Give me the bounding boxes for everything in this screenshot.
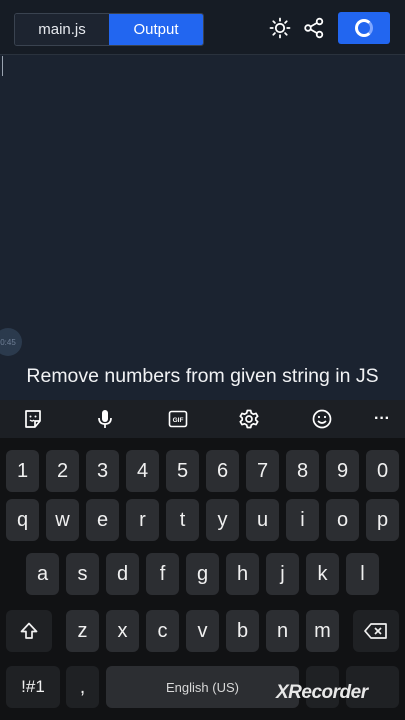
key-4[interactable]: 4 <box>126 450 159 492</box>
output-panel[interactable] <box>0 55 405 400</box>
emoji-icon <box>312 409 332 429</box>
key-2[interactable]: 2 <box>46 450 79 492</box>
tab-group: main.js Output <box>14 13 204 46</box>
key-z[interactable]: z <box>66 610 99 652</box>
share-button[interactable] <box>301 15 327 41</box>
key-l[interactable]: l <box>346 553 379 595</box>
comma-key[interactable]: , <box>66 666 99 708</box>
voice-input-button[interactable] <box>93 408 117 430</box>
key-r[interactable]: r <box>126 499 159 541</box>
key-d[interactable]: d <box>106 553 139 595</box>
keyboard-toolbar: GIF ··· <box>0 400 405 438</box>
video-caption: Remove numbers from given string in JS <box>26 365 379 387</box>
theme-toggle-button[interactable] <box>267 15 293 41</box>
key-3[interactable]: 3 <box>86 450 119 492</box>
key-q[interactable]: q <box>6 499 39 541</box>
key-u[interactable]: u <box>246 499 279 541</box>
key-p[interactable]: p <box>366 499 399 541</box>
keyboard-settings-button[interactable] <box>237 408 261 430</box>
key-y[interactable]: y <box>206 499 239 541</box>
key-i[interactable]: i <box>286 499 319 541</box>
key-b[interactable]: b <box>226 610 259 652</box>
more-options-button[interactable]: ··· <box>370 408 394 430</box>
key-x[interactable]: x <box>106 610 139 652</box>
backspace-key[interactable] <box>353 610 399 652</box>
key-e[interactable]: e <box>86 499 119 541</box>
key-m[interactable]: m <box>306 610 339 652</box>
text-cursor <box>2 56 3 76</box>
key-5[interactable]: 5 <box>166 450 199 492</box>
run-button[interactable] <box>338 12 390 44</box>
tab-output[interactable]: Output <box>109 14 203 45</box>
key-h[interactable]: h <box>226 553 259 595</box>
key-9[interactable]: 9 <box>326 450 359 492</box>
key-1[interactable]: 1 <box>6 450 39 492</box>
key-7[interactable]: 7 <box>246 450 279 492</box>
sticker-icon <box>25 410 41 428</box>
sun-icon <box>269 17 291 39</box>
key-o[interactable]: o <box>326 499 359 541</box>
key-w[interactable]: w <box>46 499 79 541</box>
key-k[interactable]: k <box>306 553 339 595</box>
key-6[interactable]: 6 <box>206 450 239 492</box>
key-0[interactable]: 0 <box>366 450 399 492</box>
top-bar: main.js Output <box>0 0 405 55</box>
key-j[interactable]: j <box>266 553 299 595</box>
key-s[interactable]: s <box>66 553 99 595</box>
key-c[interactable]: c <box>146 610 179 652</box>
key-8[interactable]: 8 <box>286 450 319 492</box>
symbols-key[interactable]: !#1 <box>6 666 60 708</box>
tab-main-js[interactable]: main.js <box>15 14 109 45</box>
key-g[interactable]: g <box>186 553 219 595</box>
key-a[interactable]: a <box>26 553 59 595</box>
key-n[interactable]: n <box>266 610 299 652</box>
gear-icon <box>239 409 259 429</box>
gif-button[interactable]: GIF <box>166 408 190 430</box>
key-v[interactable]: v <box>186 610 219 652</box>
spinner-icon <box>355 19 373 37</box>
sticker-button[interactable] <box>21 408 45 430</box>
shift-key[interactable] <box>6 610 52 652</box>
recorder-watermark: XRecorder <box>276 682 368 703</box>
key-t[interactable]: t <box>166 499 199 541</box>
microphone-icon <box>98 410 112 428</box>
gif-label: GIF <box>173 417 184 424</box>
emoji-button[interactable] <box>310 408 334 430</box>
keyboard: 1 2 3 4 5 6 7 8 9 0 q w e r t y u i o p … <box>0 438 405 720</box>
share-icon <box>304 17 324 39</box>
key-f[interactable]: f <box>146 553 179 595</box>
space-bar[interactable]: English (US) <box>106 666 299 708</box>
shift-icon <box>20 622 38 639</box>
gif-icon: GIF <box>168 410 188 428</box>
more-icon: ··· <box>374 410 390 427</box>
backspace-icon <box>364 623 387 639</box>
